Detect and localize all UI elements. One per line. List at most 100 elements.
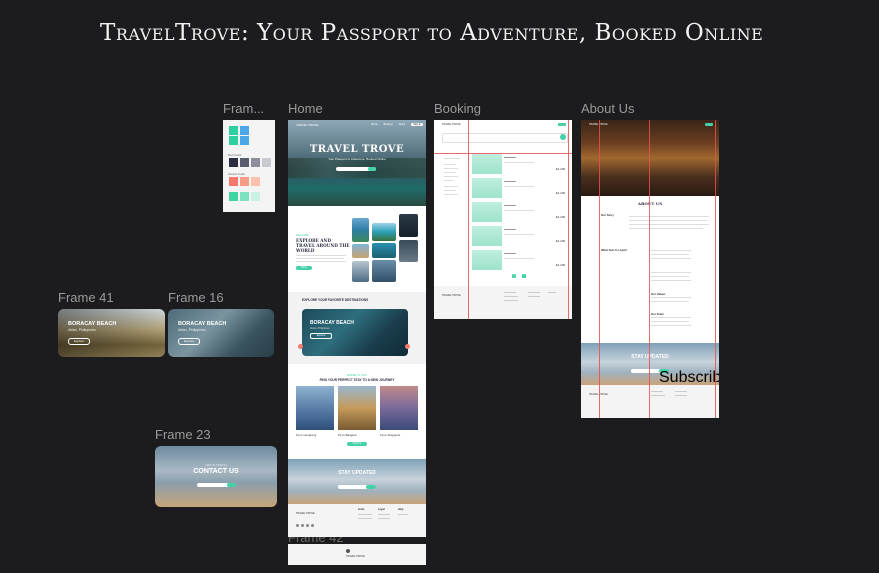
listing-photo[interactable] [472, 154, 502, 174]
listing-photo[interactable] [472, 250, 502, 270]
frame23-card[interactable]: GET IN TOUCH CONTACT US [155, 446, 277, 507]
home-nav: Home Booking About Sign In [371, 123, 424, 126]
stay-tag: WHERE TO STAY [346, 374, 368, 377]
frame16-card[interactable]: BORACAY BEACH Aklan, Philippines Explore [168, 309, 274, 357]
palette-swatch [229, 158, 238, 167]
palette-header-2: Text Color [228, 153, 242, 157]
palette-swatch [229, 177, 238, 186]
palette-swatch [229, 126, 238, 135]
about-heading: ABOUT US [637, 201, 663, 206]
layout-guide [649, 120, 650, 418]
layout-guide [468, 120, 469, 319]
carousel-next-button[interactable] [405, 344, 410, 349]
frame-label-about[interactable]: About Us [581, 101, 634, 116]
carousel-prev-button[interactable] [298, 344, 303, 349]
nav-booking[interactable]: Booking [384, 123, 393, 126]
layout-guide [434, 153, 572, 154]
frame-label-frame41[interactable]: Frame 41 [58, 290, 114, 305]
frame41-card[interactable]: BORACAY BEACH Aklan, Philippines Explore [58, 309, 165, 357]
booking-search-button[interactable] [560, 134, 566, 140]
footer-col-legal: Legal [378, 508, 385, 511]
palette-header-3: Accent Color [228, 172, 246, 176]
listing-photo[interactable] [472, 226, 502, 246]
newsletter-subscribe-button[interactable] [366, 485, 376, 489]
stay-photo-hongkong[interactable] [296, 386, 334, 430]
layout-guide [715, 120, 716, 418]
stay-label: Fly to Bangkok [338, 433, 357, 437]
card-title: CONTACT US [193, 468, 239, 475]
about-newsletter: STAY UPDATED Subscribe [581, 343, 719, 386]
page-1-button[interactable]: 1 [512, 274, 516, 278]
listing-price: $1,200 [556, 215, 566, 219]
frame42[interactable]: TRAVEL TROVE [288, 544, 426, 565]
explore-book-button[interactable]: Book [296, 266, 312, 270]
about-frame[interactable]: TRAVEL TROVE ABOUT US Our Story What Set… [581, 120, 719, 418]
booking-brand[interactable]: TRAVEL TROVE [442, 123, 461, 126]
hero-search-button[interactable] [368, 167, 376, 171]
home-frame[interactable]: TRAVEL TROVE Home Booking About Sign In … [288, 120, 426, 537]
booking-search-bar[interactable] [442, 133, 568, 143]
nav-about[interactable]: About [399, 123, 406, 126]
destination-card[interactable]: BORACAY BEACH Aklan, Philippines Explore [302, 309, 408, 356]
stay-photo-bangkok[interactable] [338, 386, 376, 430]
home-newsletter: STAY UPDATED [288, 459, 426, 504]
social-icon[interactable] [306, 524, 309, 527]
card-explore-button[interactable]: Explore [178, 338, 200, 345]
explore-photo [352, 261, 369, 282]
palette-swatch [229, 192, 238, 201]
home-hero: TRAVEL TROVE Home Booking About Sign In … [288, 120, 426, 206]
palette-swatch [251, 158, 260, 167]
footer-brand: TRAVEL TROVE [442, 294, 461, 297]
page-2-button[interactable]: 2 [522, 274, 526, 278]
palette-frame[interactable]: Text Color Accent Color [223, 120, 275, 212]
frame-label-home[interactable]: Home [288, 101, 323, 116]
card-explore-button[interactable]: Explore [68, 338, 90, 345]
stay-explore-button[interactable]: Explore [347, 442, 367, 446]
explore-photo [352, 244, 369, 258]
listing-photo[interactable] [472, 178, 502, 198]
social-icon[interactable] [301, 524, 304, 527]
listing-photo[interactable] [472, 202, 502, 222]
newsletter-subscribe-button[interactable]: Subscribe [659, 369, 719, 386]
footer-col-links: Links [358, 508, 365, 511]
booking-frame[interactable]: TRAVEL TROVE $1,200 $1,200 $1,200 $1,200… [434, 120, 572, 319]
explore-photo [372, 223, 396, 241]
hero-subtitle: Your Passport to Adventure, Booked Onlin… [328, 157, 386, 161]
about-section-title: Our Team [651, 312, 664, 316]
stay-photo-singapore[interactable] [380, 386, 418, 430]
palette-swatch [251, 192, 260, 201]
palette-swatch [240, 158, 249, 167]
explore-title: EXPLORE AND TRAVEL AROUND THE WORLD [296, 238, 350, 253]
newsletter-title: STAY UPDATED [631, 354, 669, 360]
card-title: BORACAY BEACH [178, 321, 227, 327]
frame-label-frame23[interactable]: Frame 23 [155, 427, 211, 442]
frame-label-frame16[interactable]: Frame 16 [168, 290, 224, 305]
logo-icon [346, 549, 350, 553]
card-subtitle: Aklan, Philippines [178, 328, 206, 332]
newsletter-title: STAY UPDATED [338, 470, 376, 476]
listing-price: $1,200 [556, 239, 566, 243]
palette-swatch [229, 136, 238, 145]
about-signin-button[interactable] [705, 123, 713, 126]
frame-label-palette[interactable]: Fram... [223, 101, 264, 116]
board-title: TravelTrove: Your Passport to Adventure,… [100, 20, 764, 46]
home-brand[interactable]: TRAVEL TROVE [296, 123, 318, 127]
palette-swatch [240, 126, 249, 135]
nav-home[interactable]: Home [371, 123, 378, 126]
nav-signin-button[interactable]: Sign In [411, 123, 424, 126]
layout-guide [599, 120, 600, 418]
about-section-title: Our Values [651, 292, 666, 296]
listing-price: $1,200 [556, 167, 566, 171]
booking-footer: TRAVEL TROVE [434, 286, 572, 319]
explore-photo [372, 260, 396, 282]
footer-brand: TRAVEL TROVE [296, 512, 315, 515]
social-icon[interactable] [296, 524, 299, 527]
social-icon[interactable] [311, 524, 314, 527]
hero-title: TRAVEL TROVE [309, 144, 405, 155]
contact-send-button[interactable] [227, 483, 236, 487]
destination-explore-button[interactable]: Explore [310, 333, 332, 339]
booking-signin-button[interactable] [558, 123, 566, 126]
booking-filters[interactable] [442, 154, 469, 284]
about-hero-image [581, 120, 719, 196]
frame-label-booking[interactable]: Booking [434, 101, 481, 116]
